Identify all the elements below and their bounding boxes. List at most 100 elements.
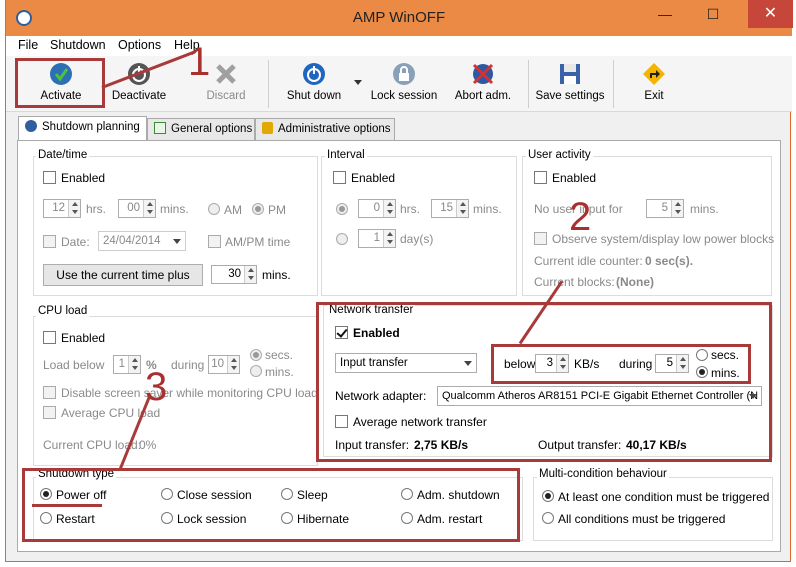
multi-condition-group <box>533 477 773 541</box>
toolbar-separator <box>528 60 529 108</box>
date-label: Date: <box>61 235 90 249</box>
cpu-load-spinner[interactable]: 1 <box>113 355 141 374</box>
title-bar: AMP WinOFF — ☐ ✕ <box>6 0 793 36</box>
current-blocks-value: (None) <box>616 275 654 289</box>
interval-enabled-label: Enabled <box>351 171 396 185</box>
date-picker[interactable]: 24/04/2014 <box>98 231 186 251</box>
tab-shutdown-planning[interactable]: Shutdown planning <box>18 116 147 140</box>
minimize-button[interactable]: — <box>648 0 682 28</box>
cpu-enabled-checkbox[interactable] <box>43 331 56 344</box>
hrs-label: hrs. <box>86 202 107 216</box>
datetime-title: Date/time <box>36 149 90 161</box>
average-cpu-checkbox[interactable] <box>43 406 56 419</box>
interval-enabled-checkbox[interactable] <box>333 171 346 184</box>
cpu-secs-radio[interactable] <box>250 349 262 361</box>
cpu-mins-label: mins. <box>265 365 294 379</box>
tab-administrative-options[interactable]: Administrative options <box>255 118 395 140</box>
interval-days-label: day(s) <box>400 232 434 246</box>
pm-label: PM <box>268 203 286 217</box>
interval-hours-radio[interactable] <box>336 203 348 215</box>
maximize-button[interactable]: ☐ <box>696 0 730 28</box>
floppy-disk-icon <box>560 64 580 84</box>
mins-label: mins. <box>160 202 189 216</box>
user-activity-enabled-label: Enabled <box>552 171 597 185</box>
cpu-enabled-label: Enabled <box>61 331 106 345</box>
cpu-during-spinner[interactable]: 10 <box>208 355 240 374</box>
cpu-secs-label: secs. <box>265 348 294 362</box>
pm-radio[interactable] <box>252 203 264 215</box>
power-icon <box>25 120 37 132</box>
tab-strip: Shutdown planning General options Admini… <box>6 116 792 140</box>
discard-x-icon <box>216 64 236 84</box>
annotation-box-network-threshold <box>491 344 751 384</box>
idle-counter-value: 0 sec(s). <box>645 254 694 268</box>
chevron-down-icon <box>173 239 181 244</box>
datetime-enabled-label: Enabled <box>61 171 106 185</box>
datetime-mins-spinner[interactable]: 00 <box>118 199 156 218</box>
close-button[interactable]: ✕ <box>748 0 793 28</box>
interval-title: Interval <box>325 149 367 161</box>
interval-days-radio[interactable] <box>336 233 348 245</box>
spinner-arrows-icon[interactable] <box>671 200 683 217</box>
save-settings-button[interactable]: Save settings <box>532 62 608 108</box>
user-activity-title: User activity <box>526 149 593 161</box>
exit-arrow-icon <box>643 63 665 85</box>
shutdown-dropdown-arrow-icon[interactable] <box>354 80 362 89</box>
exit-button[interactable]: Exit <box>616 62 692 108</box>
ampm-time-checkbox[interactable] <box>208 235 221 248</box>
annotation-box-activate <box>15 58 105 108</box>
no-input-spinner[interactable]: 5 <box>646 199 684 218</box>
datetime-enabled-checkbox[interactable] <box>43 171 56 184</box>
spinner-arrows-icon[interactable] <box>244 266 256 283</box>
menu-shutdown[interactable]: Shutdown <box>50 38 106 52</box>
spinner-arrows-icon[interactable] <box>128 356 140 373</box>
plus-minutes-spinner[interactable]: 30 <box>211 265 257 284</box>
shutdown-button[interactable]: Shut down <box>276 62 352 108</box>
spinner-arrows-icon[interactable] <box>383 200 395 217</box>
cpu-load-below-label: Load below <box>43 358 105 372</box>
cpu-load-title: CPU load <box>36 305 90 317</box>
interval-mins-spinner[interactable]: 15 <box>431 199 469 218</box>
user-activity-enabled-checkbox[interactable] <box>534 171 547 184</box>
am-radio[interactable] <box>208 203 220 215</box>
toolbar-separator <box>268 60 269 108</box>
toolbar-separator <box>613 60 614 108</box>
annotation-number-1: 1 <box>188 40 211 84</box>
abort-admin-icon <box>472 63 494 85</box>
datetime-hrs-spinner[interactable]: 12 <box>43 199 81 218</box>
at-least-one-radio[interactable] <box>542 490 554 502</box>
at-least-one-label: At least one condition must be triggered <box>558 490 770 504</box>
toolbar: Activate Deactivate Discard Shut down Lo… <box>6 56 792 112</box>
multi-condition-title: Multi-condition behaviour <box>537 468 669 480</box>
menu-file[interactable]: File <box>18 38 38 52</box>
checklist-icon <box>154 122 166 134</box>
spinner-arrows-icon[interactable] <box>227 356 239 373</box>
interval-hrs-label: hrs. <box>400 202 421 216</box>
cpu-mins-radio[interactable] <box>250 365 262 377</box>
current-blocks-label: Current blocks: <box>534 275 615 289</box>
interval-days-spinner[interactable]: 1 <box>358 229 396 248</box>
padlock-icon <box>262 122 273 134</box>
menu-bar: File Shutdown Options Help <box>6 36 792 56</box>
lock-icon <box>393 63 415 85</box>
use-current-time-button[interactable]: Use the current time plus <box>43 264 203 286</box>
annotation-number-2: 2 <box>569 195 592 239</box>
tab-general-options[interactable]: General options <box>147 118 255 140</box>
menu-options[interactable]: Options <box>118 38 161 52</box>
interval-mins-label: mins. <box>473 202 502 216</box>
date-checkbox[interactable] <box>43 235 56 248</box>
disable-screensaver-label: Disable screen saver while monitoring CP… <box>61 386 318 400</box>
interval-hrs-spinner[interactable]: 0 <box>358 199 396 218</box>
all-conditions-label: All conditions must be triggered <box>558 512 726 526</box>
spinner-arrows-icon[interactable] <box>383 230 395 247</box>
lock-session-button[interactable]: Lock session <box>366 62 442 108</box>
spinner-arrows-icon[interactable] <box>68 200 80 217</box>
plus-mins-label: mins. <box>262 268 291 282</box>
spinner-arrows-icon[interactable] <box>456 200 468 217</box>
observe-power-blocks-checkbox[interactable] <box>534 232 547 245</box>
idle-counter-label: Current idle counter: <box>534 254 643 268</box>
all-conditions-radio[interactable] <box>542 512 554 524</box>
abort-admin-button[interactable]: Abort adm. <box>445 62 521 108</box>
disable-screensaver-checkbox[interactable] <box>43 386 56 399</box>
spinner-arrows-icon[interactable] <box>143 200 155 217</box>
